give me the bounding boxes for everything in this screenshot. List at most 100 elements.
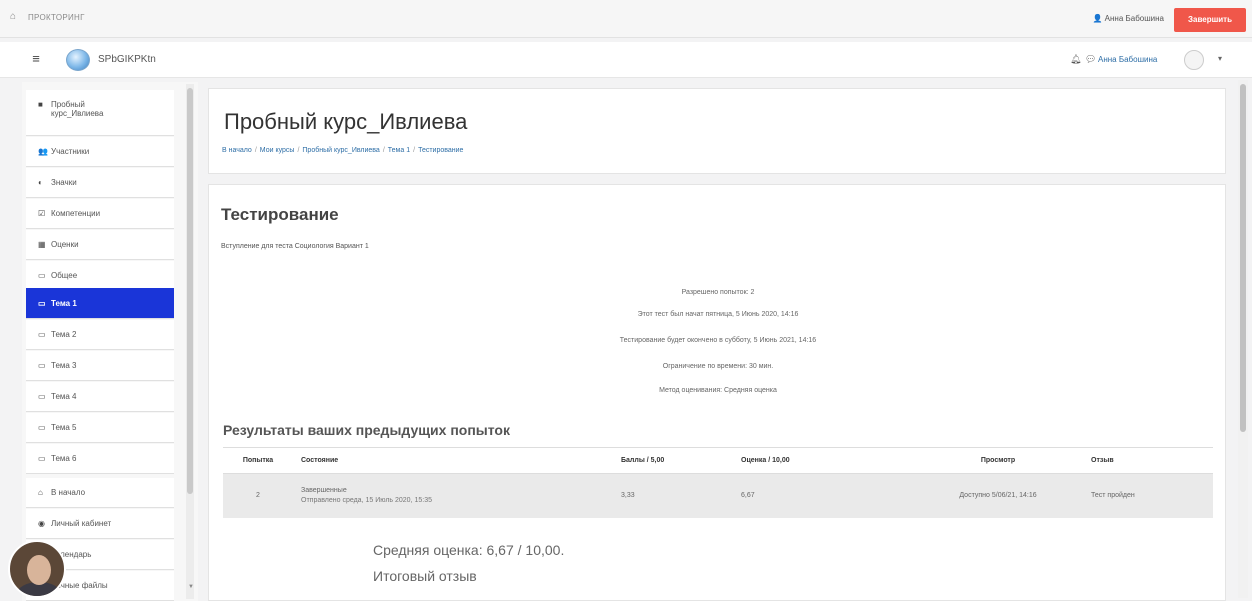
cell-feedback: Тест пройден <box>1083 473 1213 518</box>
info-opened: Этот тест был начат пятница, 5 Июнь 2020… <box>637 311 799 318</box>
col-feedback: Отзыв <box>1083 447 1213 474</box>
nav-user-name[interactable]: Анна Бабошина <box>1098 55 1157 64</box>
sidebar-item-dashboard[interactable]: ◉ Личный кабинет <box>26 509 174 539</box>
page-title: Пробный курс_Ивлиева <box>224 109 468 134</box>
breadcrumb-home[interactable]: В начало <box>222 147 252 154</box>
sidebar-item-label: В начало <box>51 488 86 497</box>
cell-attempt: 2 <box>223 473 293 518</box>
checkbox-icon: ☑ <box>38 209 46 218</box>
table-row: 2 Завершенные Отправлено среда, 15 Июль … <box>223 473 1213 518</box>
sidebar-item-label: Компетенции <box>51 209 101 218</box>
folder-icon: ▭ <box>38 330 46 339</box>
dashboard-icon: ◉ <box>38 519 45 528</box>
cell-points: 3,33 <box>613 473 733 518</box>
scroll-down-icon[interactable]: ▼ <box>188 584 194 590</box>
sidebar-item-label: Участники <box>51 147 90 156</box>
sidebar: ■ Пробный курс_Ивлиева 👥 Участники ◐ Значк… <box>22 82 198 601</box>
breadcrumb-separator: / <box>382 147 385 154</box>
chevron-down-icon[interactable]: ▾ <box>1218 54 1222 63</box>
sidebar-item-label: Личный кабинет <box>51 519 112 528</box>
breadcrumb-my-courses[interactable]: Мои курсы <box>260 147 295 154</box>
bell-icon[interactable]: 🔔︎ <box>1070 54 1081 65</box>
sidebar-scrollbar-thumb[interactable] <box>187 88 193 494</box>
breadcrumb-quiz[interactable]: Тестирование <box>418 147 463 154</box>
sidebar-item-topic-3[interactable]: ▭ Тема 3 <box>26 351 174 381</box>
sidebar-item-topic-5[interactable]: ▭ Тема 5 <box>26 413 174 443</box>
sidebar-item-competencies[interactable]: ☑ Компетенции <box>26 199 174 229</box>
sidebar-item-label: Тема 4 <box>51 392 77 401</box>
table-header-row: Попытка Состояние Баллы / 5,00 Оценка / … <box>223 447 1213 474</box>
webcam-person-face <box>27 555 51 585</box>
sidebar-item-home[interactable]: ⌂ В начало <box>26 478 174 508</box>
home-icon[interactable]: ⌂ <box>10 11 16 22</box>
sidebar-item-topic-4[interactable]: ▭ Тема 4 <box>26 382 174 412</box>
page-scrollbar-thumb[interactable] <box>1240 84 1246 432</box>
home-icon: ⌂ <box>38 488 43 497</box>
sidebar-item-badges[interactable]: ◐ Значки <box>26 168 174 198</box>
sidebar-item-grades[interactable]: ▦ Оценки <box>26 230 174 260</box>
breadcrumb: В начало / Мои курсы / Пробный курс_Ивлиев… <box>222 147 463 154</box>
sidebar-item-label: Общее <box>51 271 78 280</box>
sidebar-item-label: Оценки <box>51 240 79 249</box>
cell-grade: 6,67 <box>733 473 913 518</box>
breadcrumb-separator: / <box>297 147 300 154</box>
hamburger-icon[interactable]: ≡ <box>28 51 44 67</box>
folder-icon: ▭ <box>38 423 46 432</box>
breadcrumb-course[interactable]: Пробный курс_Ивлиева <box>302 147 379 154</box>
sidebar-item-label: Тема 5 <box>51 423 77 432</box>
average-grade: Средняя оценка: 6,67 / 10,00. <box>373 542 565 558</box>
sidebar-item-topic-2[interactable]: ▭ Тема 2 <box>26 320 174 350</box>
cell-state-status: Завершенные <box>301 487 347 495</box>
breadcrumb-separator: / <box>254 147 257 154</box>
folder-icon: ▭ <box>38 271 46 280</box>
top-bar: ⌂ ПРОКТОРИНГ 👤 Анна Бабошина Завершить <box>0 0 1252 38</box>
folder-icon: ▭ <box>38 298 46 308</box>
top-user-label: Анна Бабошина <box>1104 14 1164 23</box>
users-icon: 👥 <box>38 147 48 156</box>
info-attempts-allowed: Разрешено попыток: 2 <box>681 289 755 296</box>
user-avatar[interactable] <box>1184 50 1204 70</box>
webcam-preview <box>8 540 66 598</box>
breadcrumb-separator: / <box>413 147 416 154</box>
quiz-intro: Вступление для теста Социология Вариант … <box>221 243 369 250</box>
site-name[interactable]: SPbGIKPKtn <box>98 54 156 65</box>
top-user-name[interactable]: 👤 Анна Бабошина <box>1092 14 1164 23</box>
page-header: Пробный курс_Ивлиева В начало / Мои курсы… <box>208 88 1226 174</box>
top-crumb[interactable]: ПРОКТОРИНГ <box>28 13 85 22</box>
col-points: Баллы / 5,00 <box>613 447 733 474</box>
navbar: ≡ SPbGIKPKtn 🔔︎ 💬︎ Анна Бабошина ▾ <box>0 42 1252 78</box>
col-grade: Оценка / 10,00 <box>733 447 913 474</box>
site-logo[interactable] <box>66 49 90 71</box>
table-icon: ▦ <box>38 240 46 249</box>
attempts-table: Попытка Состояние Баллы / 5,00 Оценка / … <box>223 447 1213 518</box>
sidebar-item-general[interactable]: ▭ Общее <box>26 261 174 291</box>
cell-state-submitted: Отправлено среда, 15 Июль 2020, 15:35 <box>301 497 432 505</box>
sidebar-item-label: Тема 3 <box>51 361 77 370</box>
previous-attempts-title: Результаты ваших предыдущих попыток <box>223 422 510 438</box>
sidebar-item-label: Значки <box>51 178 77 187</box>
folder-icon: ▭ <box>38 361 46 370</box>
sidebar-item-label: Тема 1 <box>51 298 77 308</box>
sidebar-item-label: Пробный <box>51 100 85 109</box>
sidebar-item-topic-1[interactable]: ▭ Тема 1 <box>26 288 174 319</box>
quiz-title: Тестирование <box>221 205 339 224</box>
sidebar-item-label: Тема 6 <box>51 454 77 463</box>
end-button[interactable]: Завершить <box>1174 8 1246 32</box>
col-review: Просмотр <box>913 447 1083 474</box>
sidebar-item-label-2: курс_Ивлиева <box>51 109 104 118</box>
cell-state: Завершенные Отправлено среда, 15 Июль 20… <box>293 473 613 518</box>
page-scrollbar[interactable] <box>1238 80 1248 598</box>
final-feedback-title: Итоговый отзыв <box>373 568 477 584</box>
sidebar-item-topic-6[interactable]: ▭ Тема 6 <box>26 444 174 474</box>
sidebar-item-course[interactable]: ■ Пробный курс_Ивлиева <box>26 90 174 136</box>
sidebar-item-participants[interactable]: 👥 Участники <box>26 137 174 167</box>
quiz-card: Тестирование Вступление для теста Социол… <box>208 184 1226 601</box>
info-closes: Тестирование будет окончено в субботу, 5… <box>619 337 817 344</box>
chat-icon[interactable]: 💬︎ <box>1085 54 1096 65</box>
col-attempt: Попытка <box>223 447 293 474</box>
info-grading-method: Метод оценивания: Средняя оценка <box>659 387 777 394</box>
sidebar-item-label: Тема 2 <box>51 330 77 339</box>
breadcrumb-topic[interactable]: Тема 1 <box>388 147 410 154</box>
folder-icon: ▭ <box>38 454 46 463</box>
badge-icon: ◐ <box>38 178 43 187</box>
